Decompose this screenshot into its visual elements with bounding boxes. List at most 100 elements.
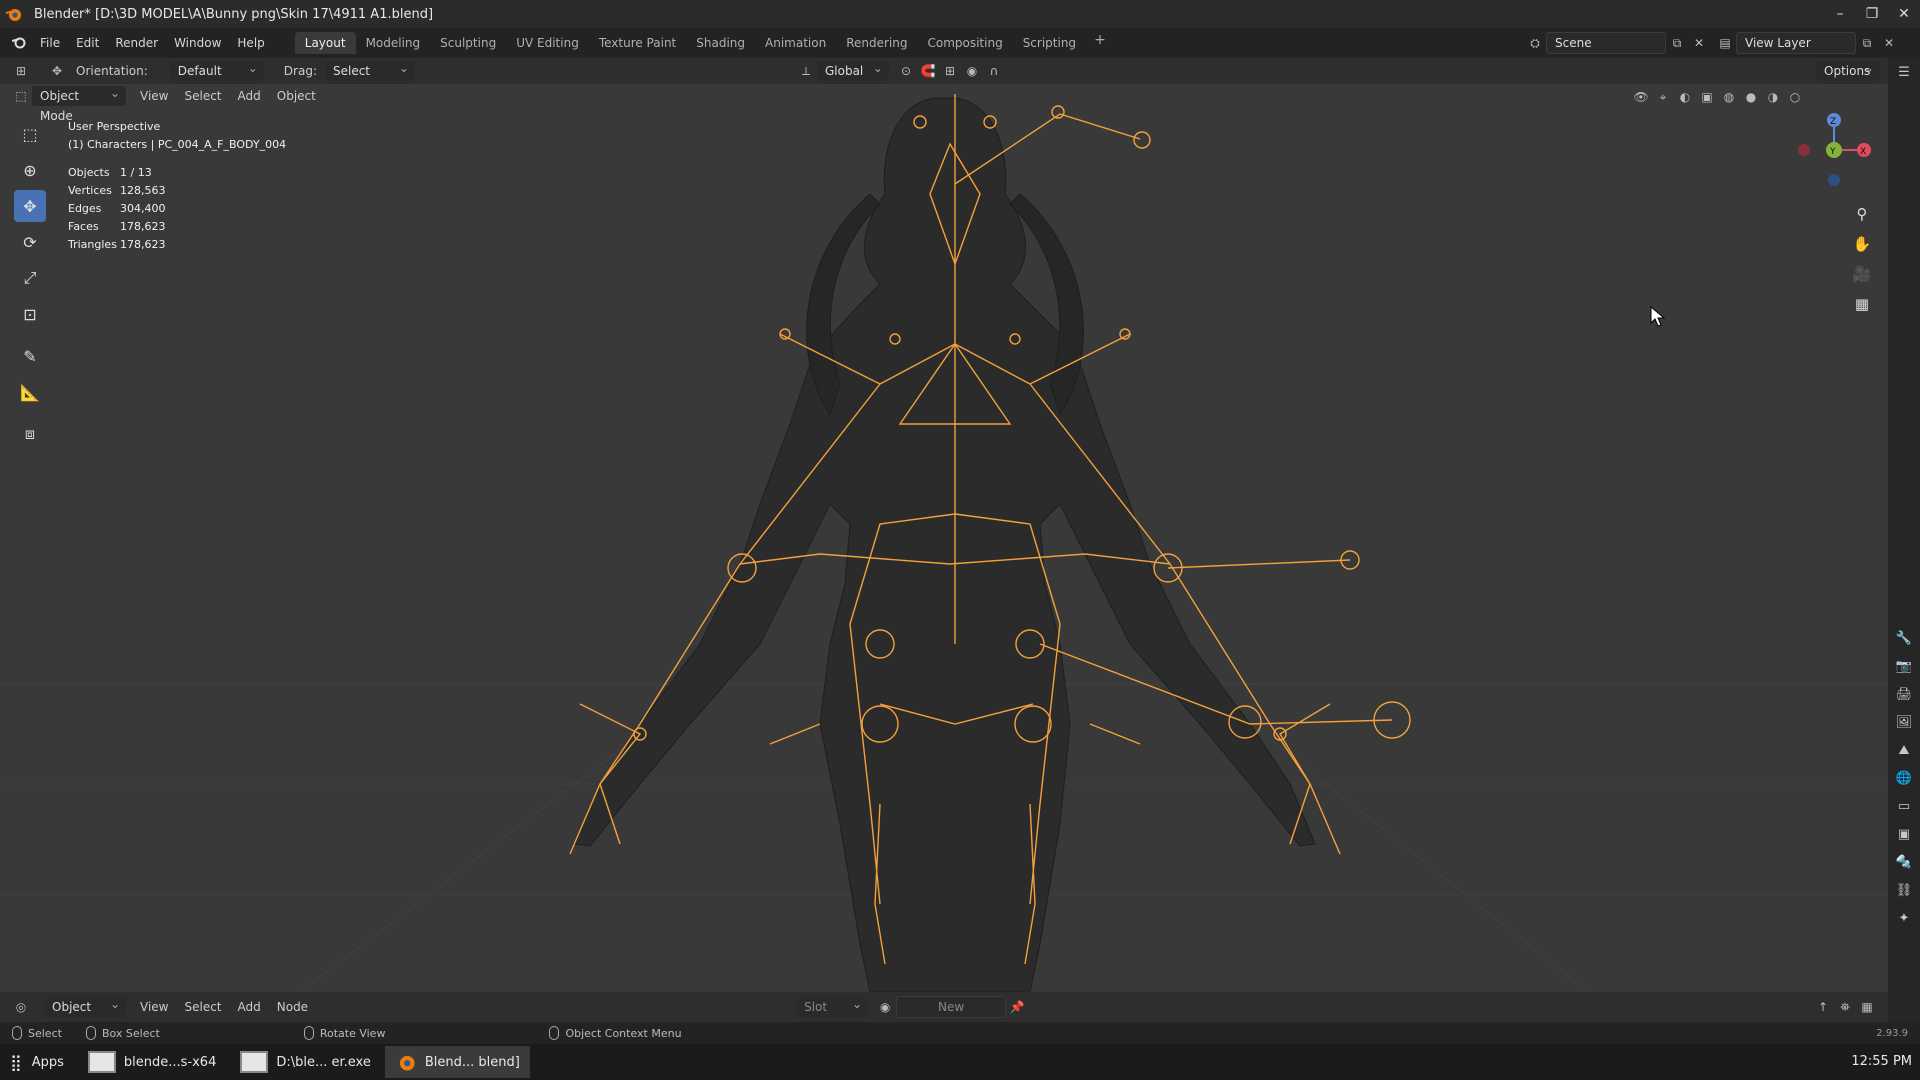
tab-uv-editing[interactable]: UV Editing (506, 32, 589, 54)
tool-properties-icon[interactable]: 🔧 (1891, 626, 1917, 652)
tab-animation[interactable]: Animation (755, 32, 836, 54)
transform-orientation-dropdown[interactable]: Global (816, 58, 889, 81)
transform-tool-icon[interactable]: ⊡ (14, 298, 46, 330)
annotate-tool-icon[interactable]: ✎ (14, 340, 46, 372)
taskbar-item-blender[interactable]: Blend... blend] (384, 1046, 530, 1078)
viewport-menu-view[interactable]: View (132, 89, 176, 103)
add-cube-tool-icon[interactable]: ⧈ (14, 418, 46, 450)
xray-icon[interactable]: ▣ (1696, 86, 1718, 108)
delete-scene-icon[interactable]: ✕ (1688, 32, 1710, 54)
collection-properties-icon[interactable]: ▭ (1891, 794, 1917, 820)
close-button[interactable]: ✕ (1888, 0, 1920, 28)
move-tool-button[interactable]: ✥ (14, 190, 46, 222)
snap-icon[interactable]: 🧲 (917, 60, 939, 82)
menu-window[interactable]: Window (166, 36, 229, 50)
node-menu-select[interactable]: Select (176, 1000, 229, 1014)
tab-layout[interactable]: Layout (294, 32, 356, 54)
viewport-menu-select[interactable]: Select (176, 89, 229, 103)
object-data-properties-icon[interactable]: ✦ (1891, 906, 1917, 932)
view-layer-field[interactable]: View Layer (1736, 32, 1856, 54)
viewport-menu-object[interactable]: Object (269, 89, 324, 103)
node-snap-icon[interactable]: ⛯ (1834, 996, 1856, 1018)
tab-compositing[interactable]: Compositing (917, 32, 1012, 54)
viewport-overlay-text: User Perspective (1) Characters | PC_004… (68, 118, 286, 154)
minimize-button[interactable]: – (1824, 0, 1856, 28)
material-browse-icon[interactable]: ◉ (874, 996, 896, 1018)
menu-help[interactable]: Help (229, 36, 272, 50)
node-editor-type-icon[interactable]: ◎ (10, 996, 32, 1018)
taskbar-item[interactable]: blende...s-x64 (78, 1046, 226, 1078)
pin-icon[interactable]: 📌 (1006, 996, 1028, 1018)
wireframe-shading-icon[interactable]: ◍ (1718, 86, 1740, 108)
right-mouse-icon (549, 1026, 560, 1040)
delete-view-layer-icon[interactable]: ✕ (1878, 32, 1900, 54)
navigation-gizmo[interactable]: Z X Y (1794, 110, 1874, 190)
node-grid-icon[interactable]: ▦ (1856, 996, 1878, 1018)
maximize-button[interactable]: ❐ (1856, 0, 1888, 28)
world-properties-icon[interactable]: 🌐 (1891, 766, 1917, 792)
new-view-layer-icon[interactable]: ⧉ (1856, 32, 1878, 54)
shader-type-dropdown[interactable]: Object (44, 994, 126, 1017)
view-layer-properties-icon[interactable]: 🖼 (1891, 710, 1917, 736)
solid-shading-icon[interactable]: ● (1740, 86, 1762, 108)
material-shading-icon[interactable]: ◑ (1762, 86, 1784, 108)
drag-dropdown[interactable]: Select Box (324, 58, 415, 98)
tool-settings-header: ⊞ ✥ Orientation: Default Drag: Select Bo… (0, 58, 1888, 98)
editor-type-icon[interactable]: ⊞ (10, 60, 32, 82)
new-scene-icon[interactable]: ⧉ (1666, 32, 1688, 54)
material-slot-dropdown[interactable]: Slot (796, 994, 869, 1017)
cursor-tool-icon[interactable]: ⊕ (14, 154, 46, 186)
gizmo-toggle-icon[interactable]: ⌖ (1652, 86, 1674, 108)
measure-tool-icon[interactable]: 📐 (14, 376, 46, 408)
rotate-tool-icon[interactable]: ⟳ (14, 226, 46, 258)
menu-file[interactable]: File (32, 36, 68, 50)
mode-dropdown[interactable]: Object Mode (32, 83, 126, 123)
pivot-point-icon[interactable]: ⊙ (895, 60, 917, 82)
camera-view-icon[interactable]: 🎥 (1848, 260, 1876, 288)
orientation-dropdown[interactable]: Default (169, 58, 264, 81)
tab-rendering[interactable]: Rendering (836, 32, 917, 54)
scene-field[interactable]: Scene (1546, 32, 1666, 54)
viewport-menu-add[interactable]: Add (230, 89, 269, 103)
constraint-properties-icon[interactable]: ⛓ (1891, 878, 1917, 904)
options-dropdown[interactable]: Options (1816, 58, 1880, 81)
apps-button[interactable]: ⣿ Apps (0, 1046, 74, 1078)
node-menu-add[interactable]: Add (230, 1000, 269, 1014)
new-material-button[interactable]: New (896, 996, 1007, 1018)
view-layer-icon[interactable]: ▤ (1714, 32, 1736, 54)
modifier-properties-icon[interactable]: 🔩 (1891, 850, 1917, 876)
pan-hand-icon[interactable]: ✋ (1848, 230, 1876, 258)
3d-viewport[interactable]: Z X Y ⚲ ✋ 🎥 ▦ (0, 84, 1888, 992)
outliner-icon[interactable]: ☰ (1891, 60, 1917, 86)
proportional-edit-icon[interactable]: ◉ (961, 60, 983, 82)
render-properties-icon[interactable]: 📷 (1891, 654, 1917, 680)
add-workspace-button[interactable]: + (1086, 32, 1114, 54)
scene-properties-icon[interactable]: ⛰ (1891, 738, 1917, 764)
falloff-icon[interactable]: ∩ (983, 60, 1005, 82)
node-menu-view[interactable]: View (132, 1000, 176, 1014)
blender-menu-icon[interactable] (6, 35, 32, 52)
object-properties-icon[interactable]: ▣ (1891, 822, 1917, 848)
visibility-icon[interactable]: 👁 (1630, 86, 1652, 108)
select-box-icon[interactable]: ⬚ (14, 118, 46, 150)
menu-render[interactable]: Render (107, 36, 166, 50)
tab-modeling[interactable]: Modeling (356, 32, 431, 54)
tab-scripting[interactable]: Scripting (1013, 32, 1086, 54)
status-select: Select (28, 1026, 62, 1040)
node-menu-node[interactable]: Node (269, 1000, 316, 1014)
taskbar-item[interactable]: D:\ble... er.exe (230, 1046, 381, 1078)
tab-texture-paint[interactable]: Texture Paint (589, 32, 686, 54)
tab-sculpting[interactable]: Sculpting (430, 32, 506, 54)
ortho-grid-icon[interactable]: ▦ (1848, 290, 1876, 318)
output-properties-icon[interactable]: 🖨 (1891, 682, 1917, 708)
rendered-shading-icon[interactable]: ○ (1784, 86, 1806, 108)
parent-node-icon[interactable]: ↑ (1812, 996, 1834, 1018)
status-rotate-view: Rotate View (319, 1026, 386, 1040)
scale-tool-icon[interactable]: ⤢ (14, 262, 46, 294)
tab-shading[interactable]: Shading (686, 32, 755, 54)
overlay-toggle-icon[interactable]: ◐ (1674, 86, 1696, 108)
zoom-icon[interactable]: ⚲ (1848, 200, 1876, 228)
scene-icon[interactable]: ⛭ (1524, 32, 1546, 54)
snap-element-icon[interactable]: ⊞ (939, 60, 961, 82)
menu-edit[interactable]: Edit (68, 36, 107, 50)
